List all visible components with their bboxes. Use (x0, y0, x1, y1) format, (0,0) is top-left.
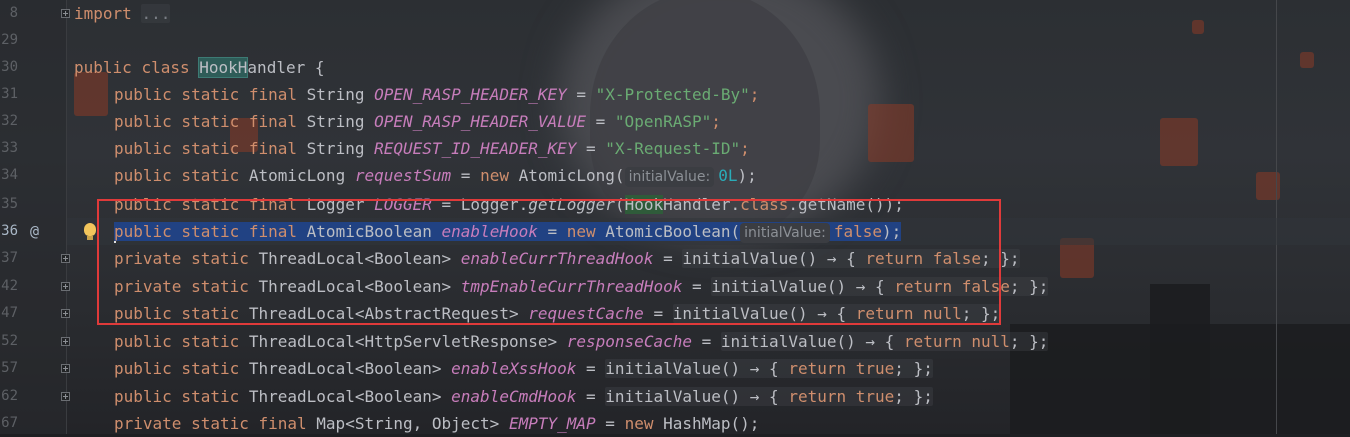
line-number: 52 (1, 333, 18, 349)
code-text: public static AtomicLong requestSum = ne… (114, 166, 757, 187)
intention-lightbulb-icon[interactable] (84, 223, 96, 240)
line-number: 32 (1, 113, 18, 129)
code-text: public static ThreadLocal<Boolean> enabl… (114, 359, 933, 378)
code-text: public static final String REQUEST_ID_HE… (114, 139, 750, 158)
code-line[interactable]: 57 public static ThreadLocal<Boolean> en… (0, 355, 1350, 382)
code-line[interactable]: 32 public static final String OPEN_RASP_… (0, 108, 1350, 135)
code-text: public static ThreadLocal<Boolean> enabl… (114, 387, 933, 406)
line-number: 29 (1, 32, 18, 48)
line-number: 34 (1, 167, 18, 183)
code-text: import ... (74, 4, 171, 23)
line-number: 67 (1, 415, 18, 431)
annotation-highlight-box (97, 199, 1001, 325)
code-line[interactable]: 34 public static AtomicLong requestSum =… (0, 162, 1350, 189)
code-text: public class HookHandler { (74, 57, 325, 78)
code-line[interactable]: 62 public static ThreadLocal<Boolean> en… (0, 383, 1350, 410)
fold-expand-icon[interactable] (61, 337, 70, 346)
fold-expand-icon[interactable] (61, 309, 70, 318)
code-text: public static ThreadLocal<HttpServletRes… (114, 332, 1049, 351)
line-number: 8 (9, 5, 18, 21)
code-text: private static final Map<String, Object>… (114, 414, 760, 433)
code-line[interactable]: 67 private static final Map<String, Obje… (0, 410, 1350, 437)
code-line[interactable]: 52 public static ThreadLocal<HttpServlet… (0, 328, 1350, 355)
line-number: 37 (1, 250, 18, 266)
folded-lambda: initialValue() → { return true; }; (605, 359, 933, 378)
line-number: 57 (1, 360, 18, 376)
line-number: 30 (1, 59, 18, 75)
folded-lambda: initialValue() → { return true; }; (605, 387, 933, 406)
line-number: 36 (1, 223, 18, 239)
code-line[interactable]: 8 import ... (0, 0, 1350, 27)
code-text: public static final String OPEN_RASP_HEA… (114, 112, 721, 131)
fold-expand-icon[interactable] (61, 254, 70, 263)
line-number: 33 (1, 140, 18, 156)
parameter-hint: initialValue: (624, 167, 715, 187)
code-line[interactable]: 33 public static final String REQUEST_ID… (0, 135, 1350, 162)
folded-lambda: initialValue() → { return null; }; (720, 332, 1049, 351)
fold-expand-icon[interactable] (61, 364, 70, 373)
fold-expand-icon[interactable] (61, 9, 70, 18)
code-line[interactable]: 29 (0, 27, 1350, 54)
line-number: 35 (1, 196, 18, 212)
code-text: public static final String OPEN_RASP_HEA… (114, 85, 760, 104)
annotation-marker-icon[interactable]: @ (30, 218, 39, 245)
line-number: 31 (1, 86, 18, 102)
code-line[interactable]: 30 public class HookHandler { (0, 54, 1350, 81)
line-number: 62 (1, 388, 18, 404)
fold-expand-icon[interactable] (61, 392, 70, 401)
code-line[interactable]: 31 public static final String OPEN_RASP_… (0, 81, 1350, 108)
line-number: 42 (1, 278, 18, 294)
usage-highlight: HookH (198, 57, 249, 78)
line-number: 47 (1, 305, 18, 321)
fold-expand-icon[interactable] (61, 282, 70, 291)
